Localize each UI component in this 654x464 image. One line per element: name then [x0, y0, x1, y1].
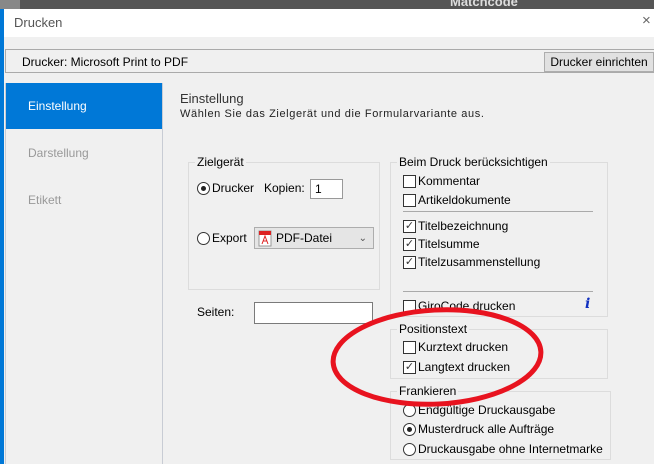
export-format-dropdown[interactable]: PDF-Datei ⌄: [254, 227, 374, 249]
printer-label: Drucker: Microsoft Print to PDF: [22, 55, 189, 69]
checkbox-label: GiroCode drucken: [418, 299, 516, 313]
kurztext-checkbox[interactable]: Kurztext drucken: [403, 340, 508, 354]
check-icon: ✓: [403, 255, 416, 269]
dialog-title: Drucken: [14, 15, 63, 30]
checkbox-box: [403, 340, 416, 354]
girocode-checkbox[interactable]: GiroCode drucken: [403, 299, 515, 313]
radio-label: Endgültige Druckausgabe: [418, 403, 556, 417]
radio-label: Export: [212, 231, 247, 245]
dropdown-value: PDF-Datei: [276, 231, 333, 245]
titelbezeichnung-checkbox[interactable]: ✓ Titelbezeichnung: [403, 219, 508, 233]
group-legend: Frankieren: [397, 384, 459, 398]
radio-indicator: [197, 231, 210, 245]
background-window-edge: [0, 9, 4, 464]
divider: [403, 291, 593, 292]
printer-bar: Drucker: Microsoft Print to PDF Drucker …: [5, 49, 654, 73]
divider: [403, 211, 593, 212]
background-window-header: [0, 0, 654, 9]
drucker-radio[interactable]: Drucker: [197, 181, 254, 195]
checkbox-box: [403, 174, 416, 188]
checkbox-box: [403, 299, 416, 313]
radio-label: Musterdruck alle Aufträge: [418, 422, 555, 436]
matchcode-column-header: Matchcode: [450, 0, 518, 9]
radio-label: Drucker: [212, 181, 255, 195]
ohne-internetmarke-radio[interactable]: Druckausgabe ohne Internetmarke: [403, 442, 603, 456]
sidebar-item-einstellung[interactable]: Einstellung: [6, 83, 162, 129]
pdf-file-icon: [258, 230, 272, 246]
group-legend: Zielgerät: [195, 155, 246, 169]
artikeldokumente-checkbox[interactable]: Artikeldokumente: [403, 193, 511, 207]
sidebar-item-etikett[interactable]: Etikett: [6, 177, 162, 223]
checkbox-label: Artikeldokumente: [418, 193, 511, 207]
checkbox-label: Kurztext drucken: [418, 340, 509, 354]
group-legend: Positionstext: [397, 322, 470, 336]
checkbox-box: [403, 193, 416, 207]
chevron-down-icon: ⌄: [358, 232, 367, 244]
section-description: Wählen Sie das Zielgerät und die Formula…: [180, 108, 485, 120]
check-icon: ✓: [403, 360, 416, 374]
kopien-input[interactable]: 1: [310, 179, 343, 199]
checkbox-label: Titelsumme: [418, 237, 480, 251]
checkbox-label: Langtext drucken: [418, 360, 511, 374]
check-icon: ✓: [403, 237, 416, 251]
musterdruck-radio[interactable]: Musterdruck alle Aufträge: [403, 422, 554, 436]
checkbox-label: Titelbezeichnung: [418, 219, 509, 233]
langtext-checkbox[interactable]: ✓ Langtext drucken: [403, 360, 510, 374]
title-bar: Drucken ×: [4, 9, 654, 37]
radio-indicator: [403, 442, 416, 456]
kopien-label: Kopien:: [264, 181, 305, 195]
endgueltige-druckausgabe-radio[interactable]: Endgültige Druckausgabe: [403, 403, 555, 417]
titelzusammenstellung-checkbox[interactable]: ✓ Titelzusammenstellung: [403, 255, 540, 269]
radio-indicator: [197, 181, 210, 195]
radio-label: Druckausgabe ohne Internetmarke: [418, 442, 603, 456]
radio-indicator: [403, 403, 416, 417]
checkbox-label: Titelzusammenstellung: [418, 255, 541, 269]
seiten-input[interactable]: [254, 302, 373, 324]
titelsumme-checkbox[interactable]: ✓ Titelsumme: [403, 237, 480, 251]
radio-indicator: [403, 422, 416, 436]
close-icon[interactable]: ×: [642, 12, 651, 29]
checkbox-label: Kommentar: [418, 174, 481, 188]
info-icon[interactable]: i: [585, 296, 590, 312]
group-legend: Beim Druck berücksichtigen: [397, 155, 550, 169]
export-radio[interactable]: Export: [197, 231, 247, 245]
section-heading: Einstellung: [180, 91, 244, 106]
seiten-label: Seiten:: [197, 305, 235, 319]
kommentar-checkbox[interactable]: Kommentar: [403, 174, 480, 188]
sidebar: Einstellung Darstellung Etikett: [5, 83, 163, 464]
printer-setup-button[interactable]: Drucker einrichten: [544, 52, 654, 72]
sidebar-item-darstellung[interactable]: Darstellung: [6, 130, 162, 176]
check-icon: ✓: [403, 219, 416, 233]
